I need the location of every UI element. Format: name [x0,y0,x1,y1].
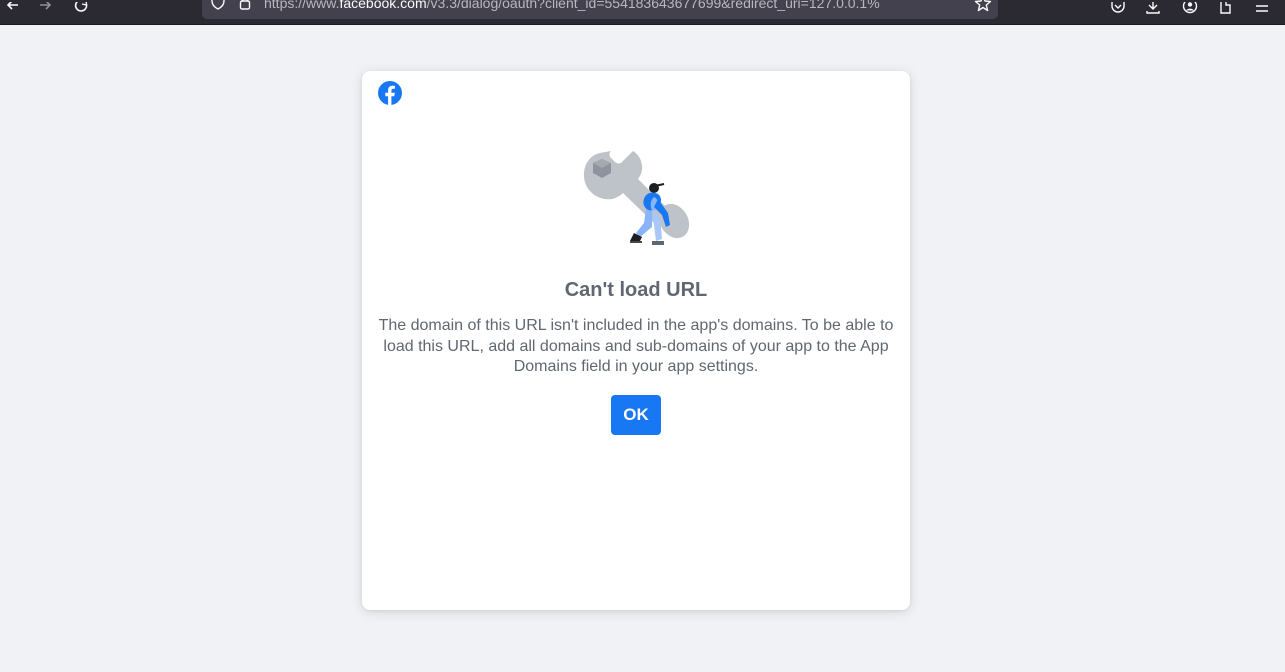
extensions-icon[interactable] [1214,0,1238,18]
shield-icon[interactable] [210,0,226,16]
dialog-title: Can't load URL [564,279,708,301]
download-icon[interactable] [1141,0,1165,18]
star-icon[interactable] [974,0,992,17]
ok-button[interactable]: OK [611,395,661,435]
pocket-icon[interactable] [1106,0,1130,18]
error-dialog: Can't load URL The domain of this URL is… [362,71,910,610]
browser-toolbar: https://www.facebook.com/v3.3/dialog/oau… [0,0,1285,25]
url-host: facebook.com [339,0,427,11]
menu-icon[interactable] [1250,0,1274,18]
url-fade [922,0,962,19]
wrench-mechanic-illustration [582,147,694,251]
facebook-icon[interactable] [378,81,402,105]
lock-icon[interactable] [238,0,252,16]
account-icon[interactable] [1178,0,1202,18]
url-bar[interactable]: https://www.facebook.com/v3.3/dialog/oau… [202,0,998,19]
forward-icon[interactable] [34,0,58,18]
back-icon[interactable] [0,0,24,18]
dialog-message: The domain of this URL isn't included in… [378,317,894,375]
reload-icon[interactable] [70,0,94,18]
url-prefix: https://www. [264,0,340,11]
url-path: /v3.3/dialog/oauth?client_id=55418364367… [426,0,880,11]
url-text[interactable]: https://www.facebook.com/v3.3/dialog/oau… [264,0,964,11]
